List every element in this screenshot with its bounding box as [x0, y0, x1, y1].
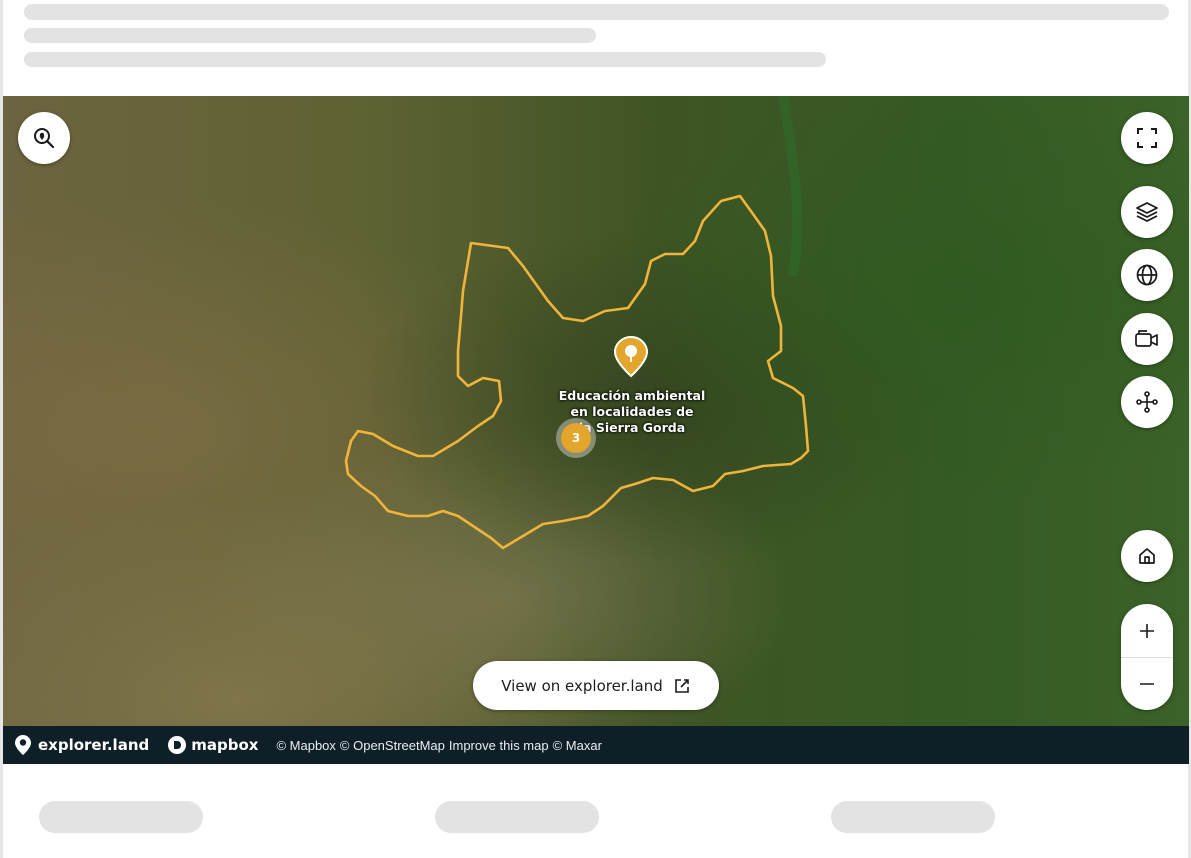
project-pin-icon[interactable]: [614, 336, 648, 378]
globe-button[interactable]: [1121, 249, 1173, 301]
skeleton-line: [24, 28, 596, 43]
network-icon: [1136, 391, 1158, 413]
home-button[interactable]: [1121, 530, 1173, 582]
layers-button[interactable]: [1121, 186, 1173, 238]
minus-icon: [1140, 683, 1154, 685]
credit-link[interactable]: © Mapbox: [276, 738, 335, 753]
video-camera-icon: [1135, 330, 1158, 347]
skeleton-line: [24, 52, 826, 67]
fullscreen-button[interactable]: [1121, 112, 1173, 164]
globe-icon: [1136, 264, 1158, 286]
explorer-pin-icon: [15, 735, 31, 755]
zoom-in-button[interactable]: [1121, 604, 1173, 657]
zoom-controls: [1121, 604, 1173, 710]
view-on-explorer-button[interactable]: View on explorer.land: [473, 661, 719, 710]
brand-name: explorer.land: [38, 736, 150, 754]
fullscreen-icon: [1137, 128, 1157, 148]
cluster-count: 3: [561, 423, 591, 453]
view-on-explorer-label: View on explorer.land: [501, 676, 663, 695]
search-location-icon: [34, 128, 55, 149]
explorer-land-logo[interactable]: explorer.land: [14, 734, 149, 756]
plus-icon: [1140, 623, 1154, 638]
search-location-button[interactable]: [18, 112, 70, 164]
map-view[interactable]: Educación ambiental en localidades de la…: [3, 96, 1189, 764]
external-link-icon: [674, 678, 689, 693]
mapbox-icon: [168, 736, 187, 754]
cluster-marker[interactable]: 3: [556, 418, 596, 458]
camera-button[interactable]: [1121, 313, 1173, 365]
attribution-bar: explorer.land mapbox © Mapbox © OpenStre…: [3, 726, 1189, 764]
zoom-out-button[interactable]: [1121, 657, 1173, 710]
improve-map-link[interactable]: Improve this map: [449, 738, 549, 753]
home-icon: [1139, 548, 1155, 564]
credit-link[interactable]: © OpenStreetMap: [340, 738, 445, 753]
layers-icon: [1136, 202, 1158, 222]
skeleton-pill: [435, 801, 599, 833]
credit-link[interactable]: © Maxar: [553, 738, 602, 753]
skeleton-line: [24, 4, 1169, 20]
skeleton-pill: [831, 801, 995, 833]
network-button[interactable]: [1121, 376, 1173, 428]
project-label-line: en localidades de: [570, 404, 694, 419]
mapbox-name: mapbox: [191, 736, 259, 754]
project-label-line: Educación ambiental: [558, 388, 706, 403]
map-credits: © Mapbox © OpenStreetMap Improve this ma…: [276, 738, 601, 753]
skeleton-pill: [39, 801, 203, 833]
mapbox-logo[interactable]: mapbox: [167, 735, 258, 755]
